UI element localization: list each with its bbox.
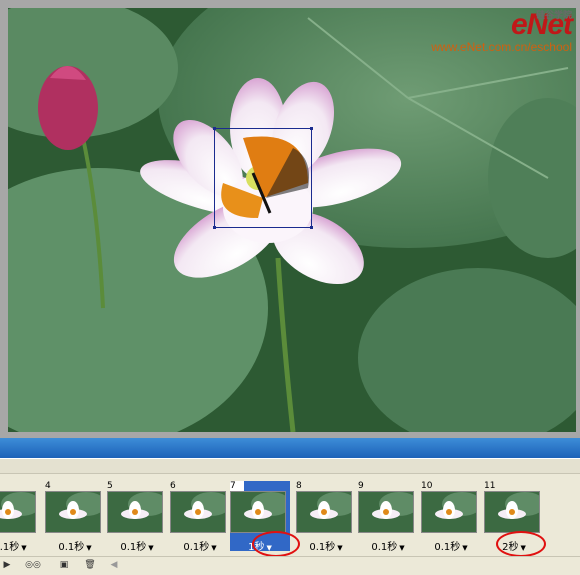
frame-delay-value: 0.1秒 — [120, 542, 147, 553]
animation-panel: 0.1秒▼ 4 0.1秒▼ 5 0.1秒▼ 6 0.1秒▼ 7 1秒▼ 8 0.… — [0, 458, 580, 575]
frame-thumbnail — [45, 491, 101, 533]
new-frame-icon[interactable]: ▣ — [58, 559, 70, 571]
resize-handle[interactable] — [213, 226, 216, 229]
layer-selection-box[interactable] — [213, 127, 313, 229]
frame-number: 11 — [484, 481, 496, 491]
chevron-down-icon: ▼ — [148, 544, 154, 552]
chevron-down-icon: ▼ — [21, 544, 27, 552]
annotation-circle — [252, 531, 300, 557]
frame-number: 10 — [421, 481, 433, 491]
frame-number: 7 — [230, 481, 244, 491]
frame-delay[interactable]: 0.1秒▼ — [296, 538, 356, 553]
frame-thumbnail — [484, 491, 540, 533]
frame-thumbnail — [0, 491, 36, 533]
image-canvas[interactable]: eNet www.eNet.com.cn/eschool 硅谷学院 — [8, 8, 576, 432]
resize-handle[interactable] — [310, 226, 313, 229]
play-icon[interactable]: ▶ — [2, 559, 12, 571]
tween-icon[interactable]: ◎◎ — [22, 559, 44, 571]
chevron-down-icon: ▼ — [337, 544, 343, 552]
frame-item[interactable]: 4 0.1秒 ▼ — [45, 481, 101, 553]
frame-item[interactable]: 9 0.1秒 ▼ — [358, 481, 414, 553]
frame-number: 8 — [296, 481, 302, 491]
frame-number: 6 — [170, 481, 176, 491]
frame-delay-value: 0.1秒 — [371, 542, 398, 553]
frame-delay-value: 0.1秒 — [309, 542, 336, 553]
frame-thumbnail — [296, 491, 352, 533]
frame-delay[interactable]: 0.1秒▼ — [45, 538, 105, 553]
panel-header — [0, 459, 580, 474]
frame-delay-value: 0.1秒 — [183, 542, 210, 553]
chevron-down-icon: ▼ — [86, 544, 92, 552]
frame-number: 9 — [358, 481, 364, 491]
chevron-down-icon: ▼ — [462, 544, 468, 552]
frame-delay[interactable]: 0.1秒▼ — [107, 538, 167, 553]
chevron-down-icon: ▼ — [211, 544, 217, 552]
frame-item[interactable]: 10 0.1秒 ▼ — [421, 481, 477, 553]
animation-toolbar: ▶ ◎◎ ▣ 🗑 ◀ — [0, 556, 580, 575]
frame-item[interactable]: 0.1秒▼ — [0, 481, 36, 553]
frame-item[interactable]: 6 0.1秒 ▼ — [170, 481, 226, 553]
frame-delay-value: 0.1秒 — [58, 542, 85, 553]
scroll-left-icon[interactable]: ◀ — [108, 559, 120, 571]
watermark-chinese: 硅谷学院 — [535, 11, 572, 21]
delete-frame-icon[interactable]: 🗑 — [84, 559, 96, 571]
frame-number: 5 — [107, 481, 113, 491]
frame-thumbnail — [107, 491, 163, 533]
frame-thumbnail — [170, 491, 226, 533]
frame-delay-value: 0.1秒 — [0, 542, 20, 553]
frame-thumbnail — [421, 491, 477, 533]
frame-item[interactable]: 8 0.1秒 ▼ — [296, 481, 352, 553]
watermark-url: www.eNet.com.cn/eschool — [431, 40, 572, 54]
frame-strip: 0.1秒▼ 4 0.1秒▼ 5 0.1秒▼ 6 0.1秒▼ 7 1秒▼ 8 0.… — [0, 481, 580, 557]
frame-item[interactable]: 5 0.1秒 ▼ — [107, 481, 163, 553]
animation-palette-titlebar — [0, 438, 580, 458]
annotation-circle — [496, 531, 546, 557]
resize-handle[interactable] — [213, 127, 216, 130]
frame-delay[interactable]: 0.1秒▼ — [0, 538, 40, 553]
frame-delay[interactable]: 0.1秒▼ — [170, 538, 230, 553]
chevron-down-icon: ▼ — [399, 544, 405, 552]
resize-handle[interactable] — [310, 127, 313, 130]
frame-thumbnail — [358, 491, 414, 533]
frame-delay[interactable]: 0.1秒▼ — [358, 538, 418, 553]
frame-number: 4 — [45, 481, 51, 491]
frame-thumbnail — [230, 491, 286, 533]
frame-delay[interactable]: 0.1秒▼ — [421, 538, 481, 553]
image-canvas-frame: eNet www.eNet.com.cn/eschool 硅谷学院 — [0, 0, 580, 438]
frame-delay-value: 0.1秒 — [434, 542, 461, 553]
